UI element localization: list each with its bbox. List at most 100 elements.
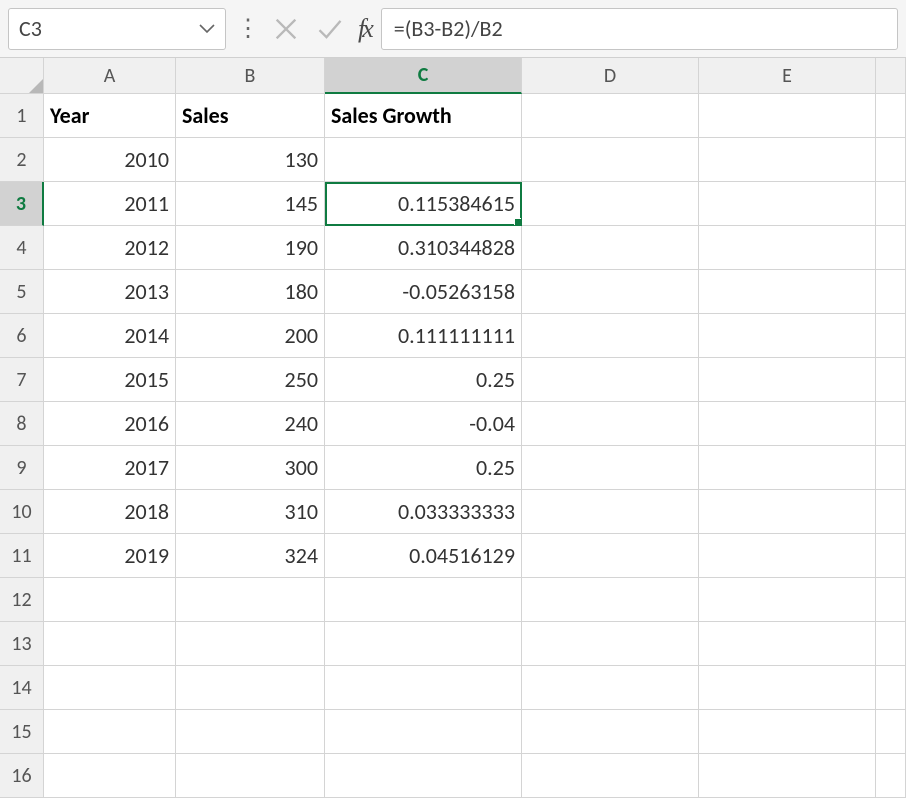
cell-C14[interactable] [325, 666, 522, 710]
cell-B5[interactable]: 180 [176, 270, 325, 314]
cell-A12[interactable] [44, 578, 176, 622]
cell-E15[interactable] [699, 710, 876, 754]
cell-B9[interactable]: 300 [176, 446, 325, 490]
cell-E14[interactable] [699, 666, 876, 710]
cell-C7[interactable]: 0.25 [325, 358, 522, 402]
cell-C10[interactable]: 0.033333333 [325, 490, 522, 534]
row-header-12[interactable]: 12 [0, 578, 44, 622]
col-header-C[interactable]: C [325, 58, 522, 94]
row-header-1[interactable]: 1 [0, 94, 44, 138]
cell-E2[interactable] [699, 138, 876, 182]
cell-D12[interactable] [522, 578, 699, 622]
cell-C8[interactable]: -0.04 [325, 402, 522, 446]
row-header-16[interactable]: 16 [0, 754, 44, 798]
name-box[interactable]: C3 [8, 8, 226, 50]
select-all-corner[interactable] [0, 58, 44, 94]
cell-A7[interactable]: 2015 [44, 358, 176, 402]
col-header-E[interactable]: E [699, 58, 876, 94]
cell-D13[interactable] [522, 622, 699, 666]
row-header-8[interactable]: 8 [0, 402, 44, 446]
cell-A6[interactable]: 2014 [44, 314, 176, 358]
cell-B3[interactable]: 145 [176, 182, 325, 226]
cell-A8[interactable]: 2016 [44, 402, 176, 446]
cell-B4[interactable]: 190 [176, 226, 325, 270]
cell-B1[interactable]: Sales [176, 94, 325, 138]
cell-A11[interactable]: 2019 [44, 534, 176, 578]
cell-E5[interactable] [699, 270, 876, 314]
cell-C3[interactable]: 0.115384615 [325, 182, 522, 226]
cell-E6[interactable] [699, 314, 876, 358]
cell-D15[interactable] [522, 710, 699, 754]
cell-E13[interactable] [699, 622, 876, 666]
row-header-10[interactable]: 10 [0, 490, 44, 534]
row-header-7[interactable]: 7 [0, 358, 44, 402]
cell-C11[interactable]: 0.04516129 [325, 534, 522, 578]
cell-E1[interactable] [699, 94, 876, 138]
row-header-13[interactable]: 13 [0, 622, 44, 666]
cell-B8[interactable]: 240 [176, 402, 325, 446]
cell-A13[interactable] [44, 622, 176, 666]
cell-E12[interactable] [699, 578, 876, 622]
cell-C2[interactable] [325, 138, 522, 182]
cell-E3[interactable] [699, 182, 876, 226]
cell-B12[interactable] [176, 578, 325, 622]
cell-D10[interactable] [522, 490, 699, 534]
cell-B11[interactable]: 324 [176, 534, 325, 578]
cell-C5[interactable]: -0.05263158 [325, 270, 522, 314]
cell-C13[interactable] [325, 622, 522, 666]
cell-B10[interactable]: 310 [176, 490, 325, 534]
cell-B6[interactable]: 200 [176, 314, 325, 358]
cell-D7[interactable] [522, 358, 699, 402]
cell-B16[interactable] [176, 754, 325, 798]
insert-function-button[interactable]: fx [358, 14, 371, 44]
cell-C16[interactable] [325, 754, 522, 798]
col-header-A[interactable]: A [44, 58, 176, 94]
formula-input[interactable]: =(B3-B2)/B2 [381, 8, 898, 50]
cell-D1[interactable] [522, 94, 699, 138]
col-header-D[interactable]: D [522, 58, 699, 94]
col-header-B[interactable]: B [176, 58, 325, 94]
row-header-11[interactable]: 11 [0, 534, 44, 578]
cell-E10[interactable] [699, 490, 876, 534]
row-header-2[interactable]: 2 [0, 138, 44, 182]
cell-A10[interactable]: 2018 [44, 490, 176, 534]
cell-D11[interactable] [522, 534, 699, 578]
cell-D3[interactable] [522, 182, 699, 226]
cell-C15[interactable] [325, 710, 522, 754]
cell-C6[interactable]: 0.111111111 [325, 314, 522, 358]
cell-D4[interactable] [522, 226, 699, 270]
cell-D5[interactable] [522, 270, 699, 314]
cell-C1[interactable]: Sales Growth [325, 94, 522, 138]
cell-D8[interactable] [522, 402, 699, 446]
row-header-15[interactable]: 15 [0, 710, 44, 754]
row-header-14[interactable]: 14 [0, 666, 44, 710]
cell-E8[interactable] [699, 402, 876, 446]
cell-B13[interactable] [176, 622, 325, 666]
cell-E16[interactable] [699, 754, 876, 798]
cell-A15[interactable] [44, 710, 176, 754]
cell-B15[interactable] [176, 710, 325, 754]
row-header-4[interactable]: 4 [0, 226, 44, 270]
cell-C9[interactable]: 0.25 [325, 446, 522, 490]
confirm-formula-button[interactable] [314, 13, 346, 45]
cell-E9[interactable] [699, 446, 876, 490]
cancel-formula-button[interactable] [270, 13, 302, 45]
cell-A5[interactable]: 2013 [44, 270, 176, 314]
cell-A2[interactable]: 2010 [44, 138, 176, 182]
cell-E11[interactable] [699, 534, 876, 578]
cell-D16[interactable] [522, 754, 699, 798]
vertical-dots-icon[interactable]: ⋮ [236, 17, 260, 41]
cell-A3[interactable]: 2011 [44, 182, 176, 226]
cell-A14[interactable] [44, 666, 176, 710]
cell-A9[interactable]: 2017 [44, 446, 176, 490]
cell-C4[interactable]: 0.310344828 [325, 226, 522, 270]
row-header-3[interactable]: 3 [0, 182, 44, 226]
cell-A1[interactable]: Year [44, 94, 176, 138]
cell-B14[interactable] [176, 666, 325, 710]
row-header-6[interactable]: 6 [0, 314, 44, 358]
cell-E4[interactable] [699, 226, 876, 270]
cell-E7[interactable] [699, 358, 876, 402]
row-header-5[interactable]: 5 [0, 270, 44, 314]
row-header-9[interactable]: 9 [0, 446, 44, 490]
cell-A4[interactable]: 2012 [44, 226, 176, 270]
